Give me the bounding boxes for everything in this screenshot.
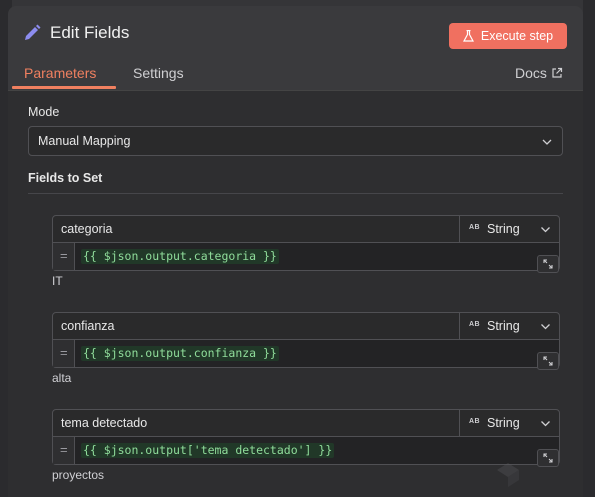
parameters-content: Mode Manual Mapping Fields to Set catego…: [8, 90, 583, 497]
tab-settings[interactable]: Settings: [133, 65, 184, 81]
title-group: Edit Fields: [22, 23, 129, 43]
equals-sign: =: [60, 345, 68, 360]
field-name-input[interactable]: tema detectado: [61, 416, 147, 430]
field-type-select[interactable]: AB String: [459, 313, 559, 339]
expand-editor-button[interactable]: [537, 449, 559, 467]
field-result-preview: proyectos: [52, 468, 105, 482]
string-type-icon: AB: [469, 224, 481, 231]
expand-editor-button[interactable]: [537, 255, 559, 273]
field-type-select[interactable]: AB String: [459, 216, 559, 242]
mode-select[interactable]: Manual Mapping: [28, 126, 563, 156]
string-type-icon: AB: [469, 321, 481, 328]
chevron-down-icon: [541, 227, 550, 233]
panel-header: Edit Fields Execute step: [8, 6, 583, 62]
string-type-icon: AB: [469, 418, 481, 425]
chevron-down-icon: [542, 139, 552, 145]
field-name-row: categoria AB String: [52, 215, 560, 243]
expand-icon: [543, 453, 553, 463]
page-title[interactable]: Edit Fields: [50, 23, 129, 43]
execute-step-button[interactable]: Execute step: [449, 23, 567, 49]
field-assignment: tema detectado AB String = {{ $json.outp…: [52, 409, 560, 487]
field-assignment: categoria AB String = {{ $json.output.ca…: [52, 215, 560, 293]
node-panel: Edit Fields Execute step Parameters Sett…: [8, 6, 583, 497]
docs-label: Docs: [515, 65, 547, 81]
expression-indicator: =: [53, 437, 75, 464]
docs-link[interactable]: Docs: [515, 65, 563, 81]
drag-handle-icon: [497, 463, 519, 487]
expression-input[interactable]: {{ $json.output.categoria }}: [81, 249, 279, 264]
field-type-label: String: [487, 222, 520, 236]
active-tab-indicator: [12, 86, 116, 89]
expand-editor-button[interactable]: [537, 352, 559, 370]
field-type-select[interactable]: AB String: [459, 410, 559, 436]
field-name-input[interactable]: categoria: [61, 222, 112, 236]
field-result-preview: IT: [52, 274, 63, 288]
field-assignment: confianza AB String = {{ $json.output.co…: [52, 312, 560, 390]
field-value-row: = {{ $json.output['tema detectado'] }}: [52, 437, 560, 467]
field-value-row: = {{ $json.output.categoria }}: [52, 243, 560, 273]
execute-step-label: Execute step: [480, 29, 554, 43]
field-value-row: = {{ $json.output.confianza }}: [52, 340, 560, 370]
field-type-label: String: [487, 319, 520, 333]
field-name-row: tema detectado AB String: [52, 409, 560, 437]
backdrop-right-strip: [583, 0, 595, 497]
mode-label: Mode: [28, 105, 60, 119]
expression-input[interactable]: {{ $json.output['tema detectado'] }}: [81, 443, 335, 458]
chevron-down-icon: [541, 324, 550, 330]
chevron-down-icon: [541, 421, 550, 427]
section-divider: [28, 193, 563, 194]
field-type-label: String: [487, 416, 520, 430]
field-result-preview: alta: [52, 371, 72, 385]
expression-indicator: =: [53, 340, 75, 367]
equals-sign: =: [60, 442, 68, 457]
equals-sign: =: [60, 248, 68, 263]
expand-icon: [543, 259, 553, 269]
mode-select-value: Manual Mapping: [38, 134, 131, 148]
field-name-row: confianza AB String: [52, 312, 560, 340]
flask-icon: [462, 30, 474, 42]
tab-bar: Parameters Settings Docs: [8, 62, 583, 90]
external-link-icon: [552, 67, 563, 78]
fields-to-set-label: Fields to Set: [28, 171, 103, 185]
field-name-input[interactable]: confianza: [61, 319, 115, 333]
expression-input[interactable]: {{ $json.output.confianza }}: [81, 346, 279, 361]
expression-indicator: =: [53, 243, 75, 270]
pencil-icon: [25, 24, 41, 40]
expand-icon: [543, 356, 553, 366]
tab-parameters[interactable]: Parameters: [24, 65, 96, 81]
